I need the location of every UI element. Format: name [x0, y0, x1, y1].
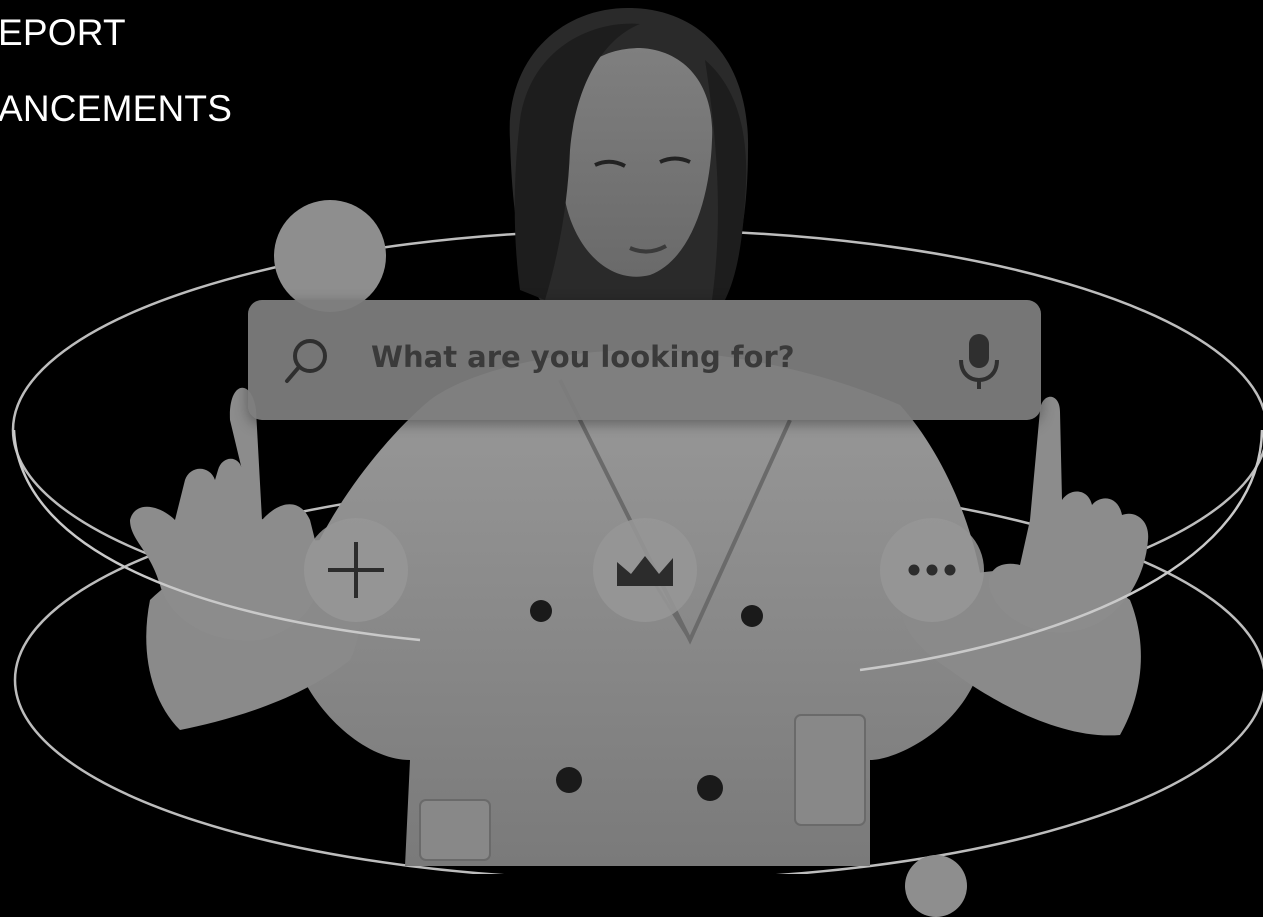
decorative-circle-top — [274, 200, 386, 312]
decorative-circle-bottom — [905, 855, 967, 917]
more-horizontal-icon — [908, 564, 956, 576]
search-icon[interactable] — [282, 334, 334, 391]
microphone-icon[interactable] — [956, 332, 1002, 397]
plus-icon — [328, 542, 384, 598]
search-input[interactable]: What are you looking for? — [371, 340, 795, 374]
add-button[interactable] — [304, 518, 408, 622]
person-figure — [130, 8, 1149, 866]
more-options-button[interactable] — [880, 518, 984, 622]
search-bar[interactable]: What are you looking for? — [248, 300, 1041, 420]
hero-illustration — [11, 8, 1263, 874]
premium-button[interactable] — [593, 518, 697, 622]
crown-icon — [617, 556, 673, 586]
